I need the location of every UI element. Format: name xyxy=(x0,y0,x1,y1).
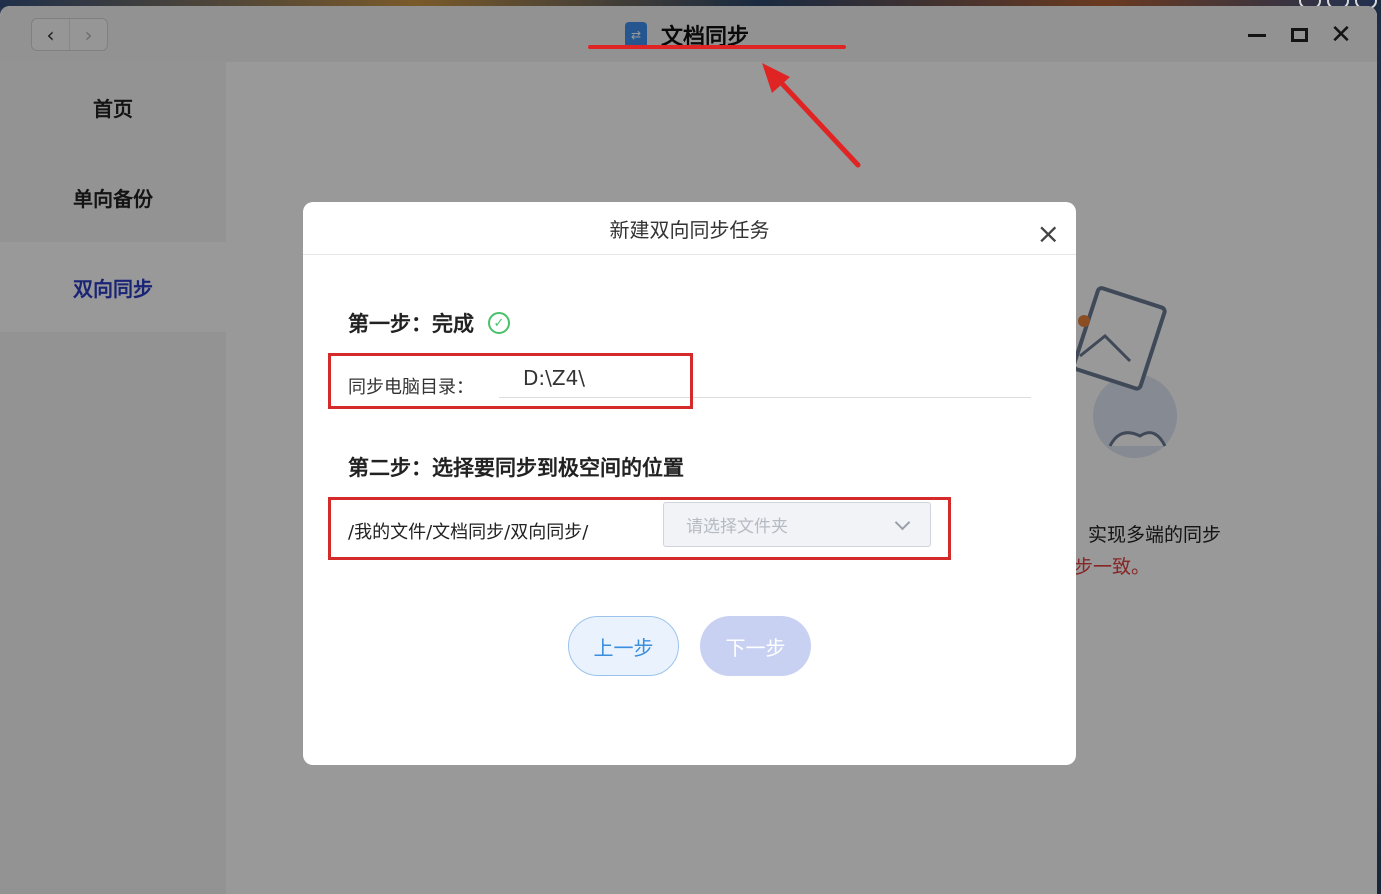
dialog-title: 新建双向同步任务 xyxy=(609,217,770,242)
new-sync-task-dialog: 新建双向同步任务 × 第一步：完成 ✓ 同步电脑目录： D:\Z4\ 第二步：选… xyxy=(303,202,1076,765)
step2-title: 第二步：选择要同步到极空间的位置 xyxy=(348,456,684,480)
dialog-close-button[interactable]: × xyxy=(1037,220,1060,248)
annotation-box-step1 xyxy=(328,353,693,409)
annotation-box-step2 xyxy=(328,497,951,560)
step1-title: 第一步：完成 xyxy=(348,312,474,336)
annotation-arrow-icon xyxy=(762,63,861,168)
step1-header: 第一步：完成 ✓ xyxy=(348,308,510,338)
check-circle-icon: ✓ xyxy=(488,312,510,334)
prev-step-button[interactable]: 上一步 xyxy=(568,616,679,676)
annotation-underline xyxy=(588,45,846,49)
next-step-button[interactable]: 下一步 xyxy=(700,616,811,676)
dialog-header: 新建双向同步任务 × xyxy=(303,202,1076,255)
